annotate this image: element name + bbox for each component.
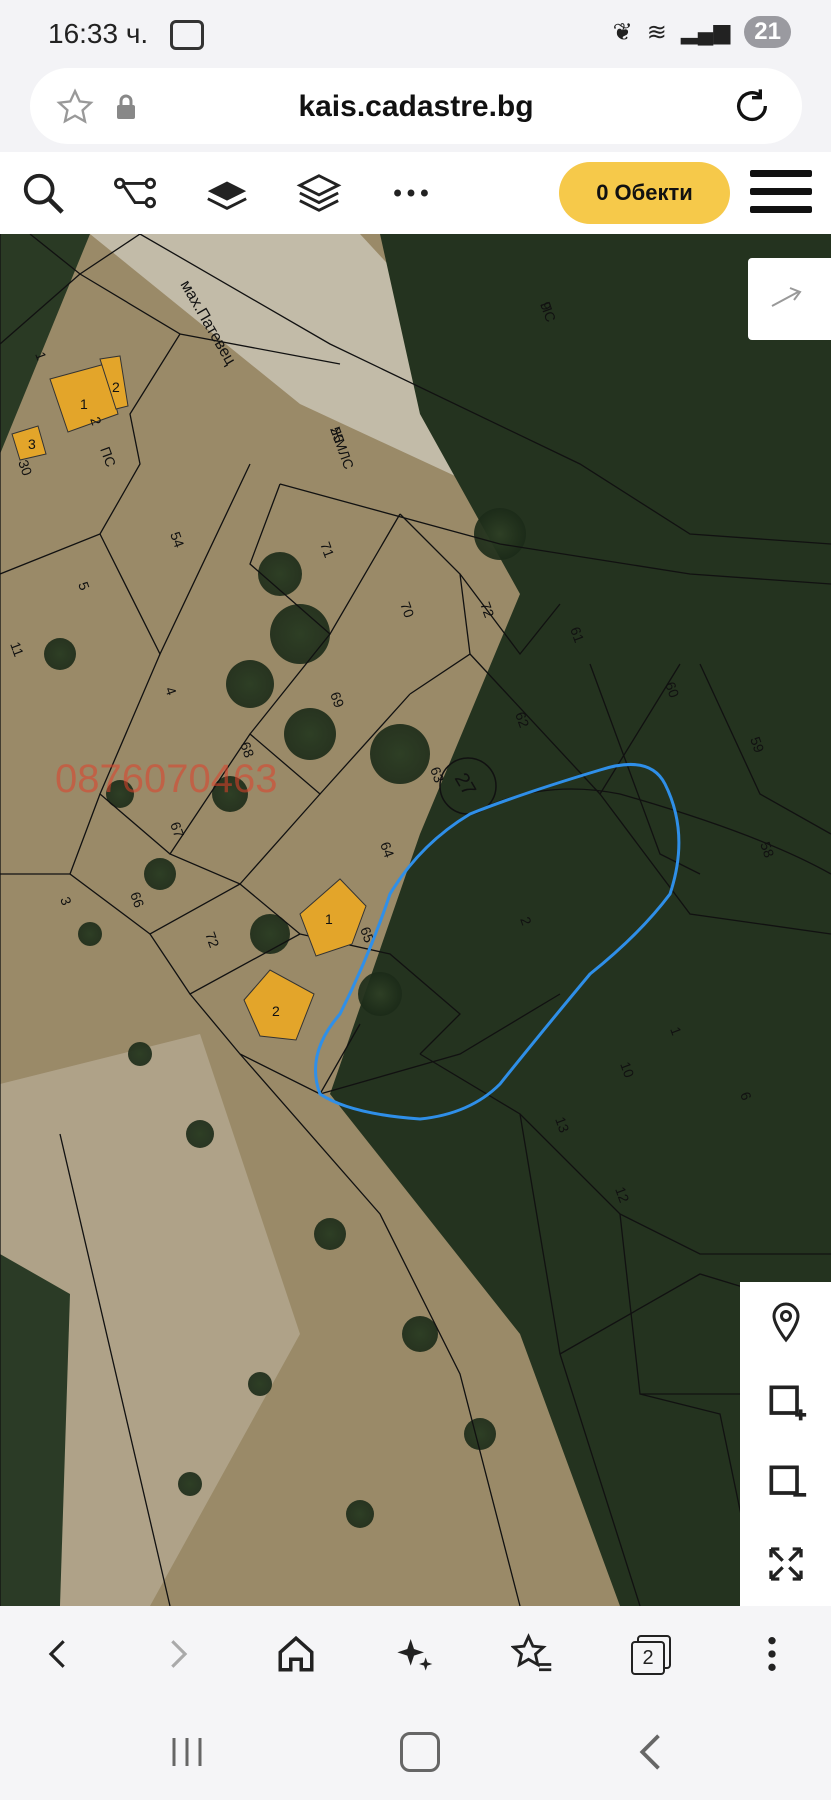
building-label: 1 (80, 396, 88, 412)
back-nav-icon[interactable] (636, 1732, 666, 1772)
status-time: 16:33 ч. (48, 18, 149, 49)
share-button[interactable] (748, 258, 831, 340)
chevron-left-icon[interactable] (41, 1634, 75, 1674)
back-nav-button[interactable] (636, 1732, 666, 1777)
leaf-icon: ❦ (612, 18, 633, 46)
tabs-button[interactable]: 2 (622, 1626, 678, 1682)
layers-stack-icon[interactable] (296, 170, 342, 216)
location-button[interactable] (740, 1282, 831, 1363)
home-button[interactable] (268, 1626, 324, 1682)
bookmarks-button[interactable] (504, 1626, 560, 1682)
sparkles-icon[interactable] (394, 1634, 434, 1674)
layer-icon[interactable] (204, 170, 250, 216)
search-icon[interactable] (20, 170, 66, 216)
wifi-icon: ≋ (646, 18, 667, 46)
tab-count: 2 (631, 1641, 665, 1675)
map-toolbar: 0 Обекти (0, 152, 831, 235)
building-label: 3 (28, 436, 36, 452)
home-icon[interactable] (275, 1633, 317, 1675)
battery-indicator: 21 (744, 16, 791, 48)
browser-address-area: kais.cadastre.bg (0, 62, 831, 152)
more-icon[interactable] (388, 170, 434, 216)
location-pin-icon[interactable] (767, 1301, 805, 1343)
building-label: 1 (325, 911, 333, 927)
zoom-out-button[interactable] (740, 1442, 831, 1523)
route-icon[interactable] (112, 170, 158, 216)
zoom-in-box-icon[interactable] (764, 1380, 808, 1424)
ai-assistant-button[interactable] (386, 1626, 442, 1682)
address-bar[interactable]: kais.cadastre.bg (30, 68, 802, 144)
satellite-map-canvas[interactable]: 1 2 3 1 2 95554 7170 726160595862636968666… (0, 234, 831, 1606)
browser-menu-button[interactable] (744, 1626, 800, 1682)
zoom-in-button[interactable] (740, 1362, 831, 1443)
fullscreen-icon[interactable] (766, 1544, 806, 1584)
fullscreen-button[interactable] (740, 1522, 831, 1606)
home-nav-button[interactable] (400, 1732, 440, 1772)
status-icons: ❦ ≋ ▂▄▆ 21 (613, 16, 791, 48)
cadastre-map[interactable]: 1 2 3 1 2 9 55 54 71 70 72 61 60 59 58 62 63 69 68 66 6… (0, 234, 831, 1606)
signal-icon: ▂▄▆ (680, 19, 731, 44)
zoom-out-box-icon[interactable] (764, 1460, 808, 1504)
chevron-right-icon[interactable] (161, 1634, 195, 1674)
vertical-dots-icon[interactable] (765, 1634, 779, 1674)
status-bar: 16:33 ч. ❦ ≋ ▂▄▆ 21 (0, 0, 831, 62)
screenshot-icon (170, 20, 204, 50)
url-text[interactable]: kais.cadastre.bg (30, 90, 802, 124)
phone-watermark: 0876070463 (55, 757, 277, 801)
reload-icon[interactable] (732, 86, 772, 126)
share-arrow-icon[interactable] (770, 284, 810, 314)
recent-apps-button[interactable] (170, 1734, 204, 1770)
building-label: 2 (112, 379, 120, 395)
recents-icon[interactable] (170, 1734, 204, 1770)
browser-bottom-bar: 2 (0, 1606, 831, 1702)
forward-button[interactable] (150, 1626, 206, 1682)
star-list-icon[interactable] (511, 1633, 553, 1675)
hamburger-menu-icon[interactable] (750, 170, 812, 216)
building-label: 2 (272, 1003, 280, 1019)
system-nav-bar (0, 1702, 831, 1800)
objects-button[interactable]: 0 Обекти (559, 162, 730, 224)
back-button[interactable] (30, 1626, 86, 1682)
